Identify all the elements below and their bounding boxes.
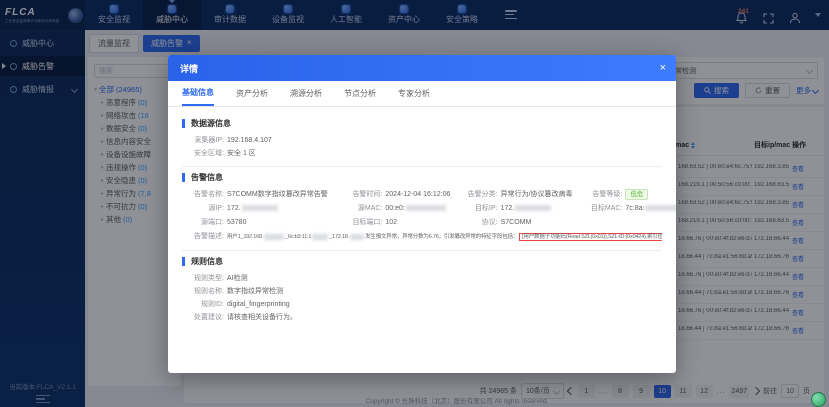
modal-title: 详情 [180, 62, 198, 75]
modal-body: 数据源信息 采集器IP:192.168.4.107 安全区域:安全 1 区 告警… [168, 107, 676, 331]
field-alarm-time: 告警时间:2024-12-04 16:12:06 [340, 188, 455, 201]
redacted-value [264, 234, 284, 240]
field-value: 53780 [227, 219, 246, 226]
field-value: digital_fingerprinting [227, 301, 290, 308]
modal-tab-node-analysis[interactable]: 节点分析 [344, 81, 376, 106]
field-src-port: 源端口:53780 [182, 216, 340, 229]
highlighted-feature-fields: [用户数据子功能码(Read SZL(0x01)),SZL-ID:(0x0424… [519, 233, 662, 241]
field-label: 告警名称: [182, 188, 224, 201]
field-alarm-level: 告警等级:低危 [580, 188, 662, 201]
field-rule-type: 规则类型:AI检测 [182, 272, 662, 285]
field-value: 请核查相关设备行为。 [227, 314, 297, 321]
field-value: 7c:8a: [625, 205, 644, 212]
field-value: 数字指纹异常检测 [227, 288, 283, 295]
field-src-mac: 源MAC:00:e0: [340, 202, 455, 215]
modal-tab-expert-analysis[interactable]: 专家分析 [398, 81, 430, 106]
field-label: 规则ID: [182, 298, 224, 311]
field-label: 告警描述: [182, 230, 224, 243]
field-label: 处置建议: [182, 311, 224, 324]
description-text: 用户1_192.168. [227, 234, 263, 240]
modal-header: 详情 × [168, 55, 676, 81]
field-label: 源IP: [182, 202, 224, 215]
section-title-datasource: 数据源信息 [182, 119, 662, 128]
field-src-ip: 源IP:172. [182, 202, 340, 215]
field-value: S7COMM [501, 219, 532, 226]
section-divider [182, 250, 662, 251]
field-value: 异常行为/协议篡改病毒 [501, 191, 573, 198]
field-rule-suggestion: 处置建议:请核查相关设备行为。 [182, 311, 662, 324]
redacted-value [242, 205, 278, 211]
level-badge: 低危 [625, 189, 648, 200]
field-label: 规则类型: [182, 272, 224, 285]
field-alarm-category: 告警分类:异常行为/协议篡改病毒 [456, 188, 581, 201]
field-value: AI检测 [227, 275, 248, 282]
field-dst-mac: 目标MAC:7c:8a: [580, 202, 662, 215]
field-label: 源端口: [182, 216, 224, 229]
field-label: 告警等级: [580, 188, 622, 201]
modal-tabs: 基础信息 资产分析 溯源分析 节点分析 专家分析 [168, 81, 676, 107]
field-value: 172. [501, 205, 515, 212]
field-collector-ip: 采集器IP:192.168.4.107 [182, 134, 662, 147]
field-dst-ip: 目标IP:172. [456, 202, 581, 215]
section-title-rule: 规则信息 [182, 257, 662, 266]
field-security-zone: 安全区域:安全 1 区 [182, 147, 662, 160]
redacted-value [312, 234, 328, 240]
field-label: 规则名称: [182, 285, 224, 298]
field-label: 目标端口: [340, 216, 382, 229]
field-rule-id: 规则ID:digital_fingerprinting [182, 298, 662, 311]
description-text: 发生报文异常，异常分数为6.76，引发篡改异常的特征字段包括： [365, 234, 518, 240]
redacted-value [406, 205, 446, 211]
field-label: 源MAC: [340, 202, 382, 215]
field-label: 协议: [456, 216, 498, 229]
field-value: S7COMM数字指纹篡改异常告警 [227, 191, 328, 198]
redacted-value [515, 205, 551, 211]
field-label: 告警分类: [456, 188, 498, 201]
field-value: 192.168.4.107 [227, 137, 272, 144]
field-value: 00:e0: [385, 205, 404, 212]
field-label: 目标MAC: [580, 202, 622, 215]
detail-modal: 详情 × 基础信息 资产分析 溯源分析 节点分析 专家分析 数据源信息 采集器I… [168, 55, 676, 373]
field-value: 安全 1 区 [227, 150, 256, 157]
section-divider [182, 166, 662, 167]
section-title-alarm: 告警信息 [182, 173, 662, 182]
field-label: 采集器IP: [182, 134, 224, 147]
redacted-value [350, 234, 364, 240]
modal-tab-basic-info[interactable]: 基础信息 [182, 81, 214, 106]
field-value: 102 [385, 219, 397, 226]
field-rule-name: 规则名称:数字指纹异常检测 [182, 285, 662, 298]
field-label: 安全区域: [182, 147, 224, 160]
field-value: 2024-12-04 16:12:06 [385, 191, 450, 198]
modal-tab-asset-analysis[interactable]: 资产分析 [236, 81, 268, 106]
field-dst-port: 目标端口:102 [340, 216, 455, 229]
close-icon[interactable]: × [660, 63, 666, 74]
float-widget[interactable] [811, 392, 826, 407]
field-alarm-name: 告警名称:S7COMM数字指纹篡改异常告警 [182, 188, 340, 201]
redacted-value [645, 205, 676, 211]
description-text: _6c:b3:11:1 [285, 234, 311, 240]
field-label: 目标IP: [456, 202, 498, 215]
grid-spacer [580, 216, 662, 229]
field-label: 告警时间: [340, 188, 382, 201]
field-alarm-description: 告警描述:用户1_192.168. _6c:b3:11:1 _172.18. 发生报文… [182, 230, 662, 244]
modal-tab-trace-analysis[interactable]: 溯源分析 [290, 81, 322, 106]
alarm-fields-grid: 告警名称:S7COMM数字指纹篡改异常告警 告警时间:2024-12-04 16… [182, 188, 662, 244]
field-value: 172. [227, 205, 241, 212]
field-protocol: 协议:S7COMM [456, 216, 581, 229]
description-text: _172.18. [329, 234, 349, 240]
